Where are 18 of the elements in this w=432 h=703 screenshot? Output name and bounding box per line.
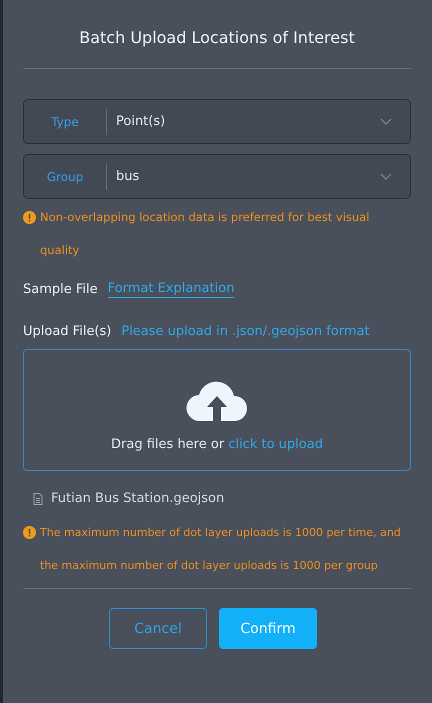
- chevron-down-icon: [380, 173, 392, 180]
- chevron-down-icon: [380, 118, 392, 125]
- select-field[interactable]: Type Point(s): [23, 99, 411, 144]
- dialog-title: Batch Upload Locations of Interest: [78, 28, 356, 49]
- format-explanation-link[interactable]: Format Explanation: [108, 281, 234, 298]
- sample-file-label: Sample File: [23, 282, 98, 297]
- warning-icon: [23, 211, 36, 224]
- upload-dropzone[interactable]: Drag files here or click to upload: [23, 349, 411, 471]
- click-to-upload-link[interactable]: click to upload: [228, 436, 323, 452]
- warning-text: Non-overlapping location data is preferred for best visual quality: [40, 209, 370, 259]
- file-name[interactable]: Futian Bus Station.geojson: [51, 491, 224, 506]
- warning-icon: [23, 526, 36, 539]
- upload-files-label: Upload File(s): [23, 324, 112, 339]
- warning-text: The maximum number of dot layer uploads is 1000 per time, and the maximum number of dot layer uploads is 1000 per group: [40, 525, 402, 574]
- format-hint: Please upload in .json/.geojson format: [121, 324, 370, 339]
- drag-files-text: Drag files here or: [111, 436, 224, 452]
- select-field[interactable]: Group bus: [23, 154, 411, 199]
- document-icon: [33, 492, 43, 504]
